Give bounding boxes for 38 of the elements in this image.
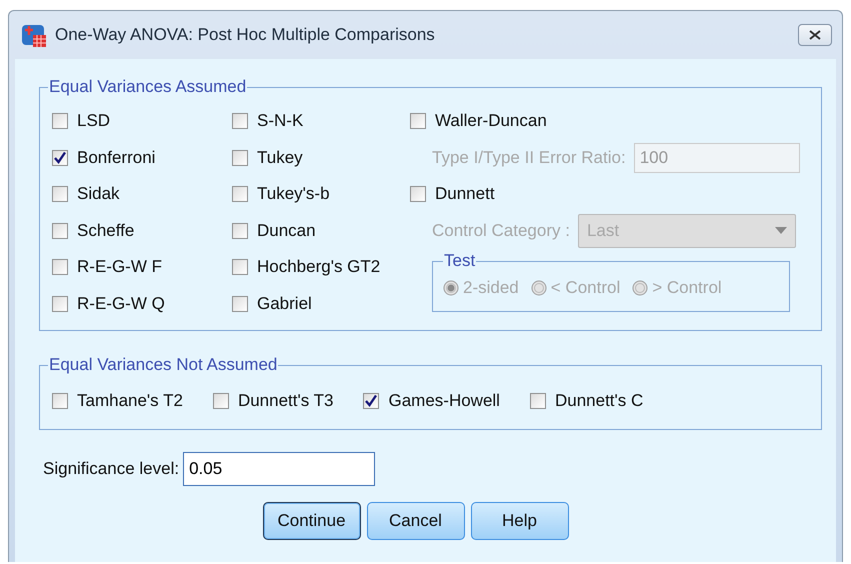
checkbox[interactable]: S-N-K	[232, 103, 410, 140]
checkbox[interactable]: Waller-Duncan	[410, 103, 811, 140]
group-title: Test	[443, 251, 476, 271]
radio-icon	[530, 280, 547, 296]
checkbox[interactable]: Tamhane's T2	[52, 382, 183, 420]
checkbox[interactable]: Sidak	[52, 176, 232, 212]
checkbox[interactable]: R-E-G-W F	[52, 249, 232, 286]
window-title: One-Way ANOVA: Post Hoc Multiple Comparisons	[55, 25, 436, 45]
checkbox[interactable]: Tukey's-b	[232, 176, 410, 212]
radio-icon	[632, 280, 648, 296]
group-title: Equal Variances Not Assumed	[48, 355, 278, 375]
checkbox[interactable]: LSD	[52, 103, 232, 140]
check-icon	[53, 150, 67, 165]
field-label: Control Category :	[432, 220, 570, 241]
checkbox[interactable]: Bonferroni	[52, 140, 232, 176]
field-label: Type I/Type II Error Ratio:	[432, 148, 626, 168]
checkbox[interactable]: Dunnett's T3	[212, 382, 334, 420]
checkbox[interactable]: Dunnett	[410, 176, 811, 212]
dialog-button[interactable]: Help	[470, 502, 568, 540]
group-title: Equal Variances Assumed	[48, 77, 248, 97]
checkbox[interactable]: Dunnett's C	[530, 382, 644, 420]
input-field[interactable]: 0.05	[183, 452, 376, 486]
close-icon	[809, 30, 821, 40]
close-button[interactable]	[798, 24, 832, 46]
radio-icon	[443, 280, 459, 296]
checkbox[interactable]: Scheffe	[52, 212, 232, 249]
checkbox[interactable]: Gabriel	[232, 286, 410, 322]
caret-icon	[774, 227, 787, 234]
field-label: Significance level:	[43, 459, 180, 479]
checkbox[interactable]: R-E-G-W Q	[52, 286, 232, 322]
check-icon	[364, 394, 378, 408]
dialog-button[interactable]: Cancel	[366, 502, 464, 540]
checkbox[interactable]: Games-Howell	[363, 382, 500, 420]
checkbox[interactable]: Tukey	[232, 140, 410, 176]
app-icon	[21, 22, 47, 48]
checkbox[interactable]: Hochberg's GT2	[232, 249, 410, 286]
checkbox[interactable]: Duncan	[232, 212, 410, 249]
dialog-button[interactable]: Continue	[262, 502, 360, 540]
